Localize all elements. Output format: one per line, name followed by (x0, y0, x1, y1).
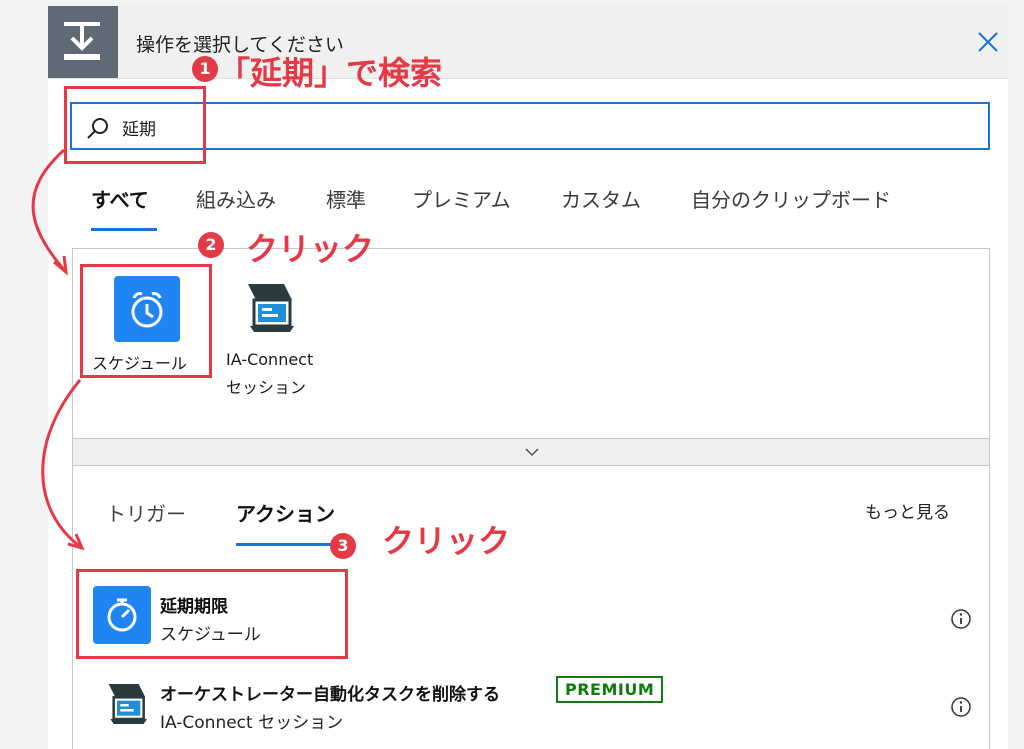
step1-badge: 1 (192, 56, 218, 82)
operation-icon (48, 6, 118, 78)
search-input[interactable] (122, 113, 962, 141)
see-more-link[interactable]: もっと見る (865, 498, 950, 523)
connector-ia-connect-label-1: IA-Connect (226, 350, 314, 369)
tab-standard[interactable]: 標準 (326, 184, 366, 213)
tab-my-clipboard[interactable]: 自分のクリップボード (691, 184, 891, 213)
close-icon (978, 32, 998, 52)
connector-ia-connect-label-2: セッション (226, 378, 307, 397)
tab-premium[interactable]: プレミアム (412, 184, 511, 213)
expand-connectors-bar[interactable] (72, 438, 990, 466)
step3-text: クリック (382, 522, 511, 560)
info-icon[interactable] (950, 696, 972, 718)
info-icon[interactable] (950, 608, 972, 630)
action-subtitle: IA-Connect セッション (160, 713, 344, 733)
chevron-down-icon (525, 448, 539, 457)
premium-badge: PREMIUM (556, 676, 664, 703)
step2-text: クリック (246, 230, 375, 268)
tab-all[interactable]: すべて (91, 184, 149, 213)
close-button[interactable] (970, 24, 1006, 60)
tab-builtin[interactable]: 組み込み (196, 184, 276, 213)
step2-badge: 2 (198, 232, 224, 258)
highlight-search (64, 86, 206, 164)
action-item-delete-orchestrator-task[interactable]: オーケストレーター自動化タスクを削除する PREMIUM IA-Connect … (80, 676, 980, 746)
connector-ia-connect[interactable] (240, 280, 306, 346)
action-title: オーケストレーター自動化タスクを削除する (160, 685, 500, 705)
ia-connect-icon (102, 680, 160, 738)
step3-badge: 3 (330, 533, 356, 559)
step1-text: 「延期」で検索 (218, 54, 443, 92)
highlight-schedule-connector (80, 264, 212, 378)
subtab-actions[interactable]: アクション (236, 498, 335, 527)
search-box[interactable] (70, 102, 990, 150)
subtab-triggers[interactable]: トリガー (106, 498, 186, 527)
tab-custom[interactable]: カスタム (561, 184, 641, 213)
highlight-delay-action (76, 569, 348, 659)
tab-active-indicator (91, 228, 157, 231)
ia-connect-icon (248, 284, 294, 332)
